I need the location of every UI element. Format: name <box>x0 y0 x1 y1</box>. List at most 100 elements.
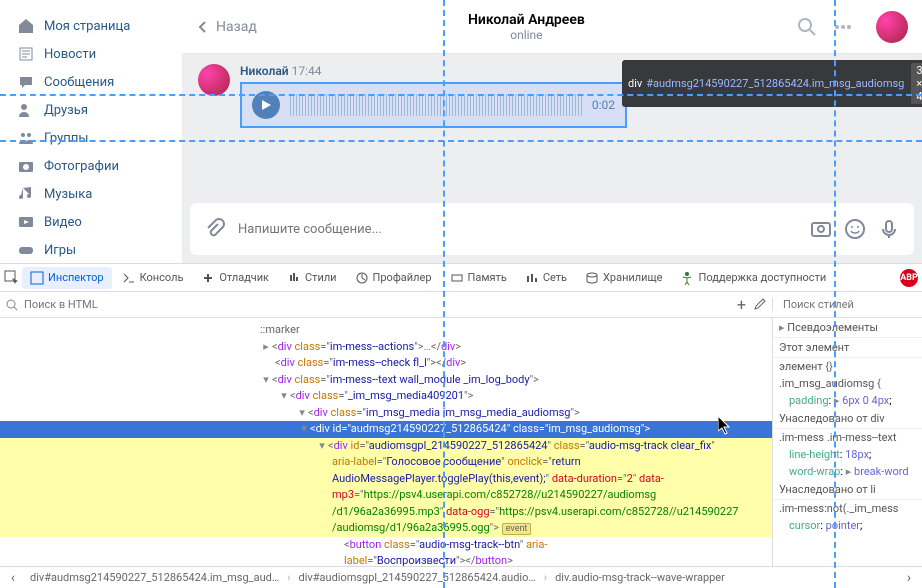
twisty-icon[interactable]: ▾ <box>278 388 290 405</box>
camera-icon <box>18 158 34 174</box>
sidebar-item-label: Сообщения <box>44 75 114 90</box>
profiler-icon <box>355 271 369 285</box>
twisty-icon[interactable]: ▾ <box>260 372 272 389</box>
tab-styles[interactable]: Стили <box>279 267 345 289</box>
debugger-icon <box>201 271 215 285</box>
chat-title[interactable]: Николай Андреев online <box>257 12 796 42</box>
photo-icon[interactable] <box>810 218 832 240</box>
video-icon <box>18 214 34 230</box>
tab-accessibility[interactable]: Поддержка доступности <box>672 267 834 289</box>
chat-status: online <box>257 28 796 42</box>
audio-message[interactable]: 0:02 <box>240 82 627 128</box>
breadcrumb-item[interactable]: div#audiomsgpl_214590227_512865424.audio… <box>293 570 542 585</box>
newspaper-icon <box>18 46 34 62</box>
sidebar-item-groups[interactable]: Группы <box>0 124 182 152</box>
bc-scroll-right[interactable]: › <box>900 570 918 586</box>
memory-icon <box>450 271 464 285</box>
tab-label: Память <box>468 271 507 284</box>
sidebar-item-friends[interactable]: Друзья <box>0 96 182 124</box>
emoji-icon[interactable] <box>844 218 866 240</box>
back-button[interactable]: Назад <box>196 19 257 35</box>
event-badge[interactable]: event <box>502 523 532 535</box>
inspector-tooltip: div#audmsg214590227_512865424.im_msg_aud… <box>622 60 922 107</box>
music-icon <box>18 186 34 202</box>
home-icon <box>18 18 34 34</box>
styles-search-input[interactable] <box>783 298 922 311</box>
sidebar-item-video[interactable]: Видео <box>0 208 182 236</box>
devtools-search-row: + <box>0 292 922 318</box>
sidebar-item-label: Музыка <box>44 187 92 202</box>
inspector-icon <box>30 271 44 285</box>
sidebar-item-games[interactable]: Игры <box>0 236 182 264</box>
tab-debugger[interactable]: Отладчик <box>193 267 277 289</box>
mic-icon[interactable] <box>878 218 900 240</box>
play-button[interactable] <box>252 91 280 119</box>
sidebar-item-label: Игры <box>44 243 76 258</box>
tab-console[interactable]: Консоль <box>114 267 192 289</box>
dom-tree[interactable]: ::marker ▸<div class="im-mess--actions">… <box>0 318 772 566</box>
sender-name[interactable]: Николай <box>240 64 289 78</box>
tab-label: Стили <box>305 271 337 284</box>
tab-label: Хранилище <box>603 271 662 284</box>
sidebar-item-news[interactable]: Новости <box>0 40 182 68</box>
groups-icon <box>18 130 34 146</box>
sidebar-item-label: Новости <box>44 47 96 62</box>
sidebar-item-music[interactable]: Музыка <box>0 180 182 208</box>
tab-label: Сеть <box>543 271 567 284</box>
chevron-left-icon <box>196 20 210 34</box>
chat-avatar[interactable] <box>876 11 908 43</box>
message-composer <box>190 203 914 255</box>
breadcrumb-item[interactable]: div.audio-msg-track--wave-wrapper <box>549 570 731 585</box>
vk-sidebar: Моя страница Новости Сообщения Друзья Гр… <box>0 0 182 263</box>
tab-label: Поддержка доступности <box>698 271 826 284</box>
network-icon <box>525 271 539 285</box>
pick-element-icon[interactable] <box>4 270 20 286</box>
games-icon <box>18 242 34 258</box>
message-input[interactable] <box>238 222 798 237</box>
tab-profiler[interactable]: Профайлер <box>347 267 440 289</box>
twisty-icon[interactable]: ▾ <box>296 405 308 422</box>
dom-selected-node[interactable]: ▾<div id="audmsg214590227_512865424" cla… <box>0 421 772 438</box>
search-icon[interactable] <box>796 16 818 38</box>
eyedropper-icon[interactable] <box>752 298 766 312</box>
search-icon <box>6 299 18 311</box>
devtools-tabs: Инспектор Консоль Отладчик Стили Профайл… <box>0 264 922 292</box>
pseudo-section[interactable]: ▸ Псевдоэлементы <box>773 318 922 338</box>
tab-storage[interactable]: Хранилище <box>577 267 670 289</box>
breadcrumb-item[interactable]: div#audmsg214590227_512865424.im_msg_aud… <box>24 570 285 585</box>
inherit-div-section: Унаследовано от div <box>773 409 922 429</box>
styles-icon <box>287 271 301 285</box>
twisty-icon[interactable]: ▸ <box>260 339 272 356</box>
back-label: Назад <box>216 19 257 35</box>
styles-pane[interactable]: ▸ Псевдоэлементы Этот элемент элемент {}… <box>772 318 922 566</box>
tab-memory[interactable]: Память <box>442 267 515 289</box>
tab-inspector[interactable]: Инспектор <box>22 267 112 289</box>
dom-search-input[interactable] <box>24 298 731 311</box>
audio-duration: 0:02 <box>592 98 615 112</box>
sidebar-item-label: Моя страница <box>44 19 130 34</box>
bc-scroll-left[interactable]: ‹ <box>4 570 22 586</box>
sidebar-item-label: Видео <box>44 215 82 230</box>
tab-label: Консоль <box>140 271 184 284</box>
tab-label: Инспектор <box>48 271 104 284</box>
tooltip-selector: #audmsg214590227_512865424.im_msg_audiom… <box>646 77 904 90</box>
play-icon <box>262 100 272 110</box>
sidebar-item-mypage[interactable]: Моя страница <box>0 12 182 40</box>
attach-icon[interactable] <box>204 218 226 240</box>
console-icon <box>122 271 136 285</box>
tab-network[interactable]: Сеть <box>517 267 575 289</box>
sidebar-item-label: Друзья <box>44 103 88 118</box>
sidebar-item-photos[interactable]: Фотографии <box>0 152 182 180</box>
sidebar-item-messages[interactable]: Сообщения <box>0 68 182 96</box>
storage-icon <box>585 271 599 285</box>
add-icon[interactable]: + <box>737 295 746 314</box>
tab-label: Профайлер <box>373 271 432 284</box>
sidebar-item-label: Группы <box>44 131 88 146</box>
waveform[interactable] <box>290 94 582 116</box>
more-icon[interactable] <box>832 16 854 38</box>
sender-avatar[interactable] <box>198 64 230 96</box>
twisty-icon[interactable]: ▾ <box>316 438 328 455</box>
abp-icon[interactable]: ABP <box>900 269 918 287</box>
accessibility-icon <box>680 271 694 285</box>
chat-pane: Назад Николай Андреев online div#audmsg2… <box>182 0 922 263</box>
